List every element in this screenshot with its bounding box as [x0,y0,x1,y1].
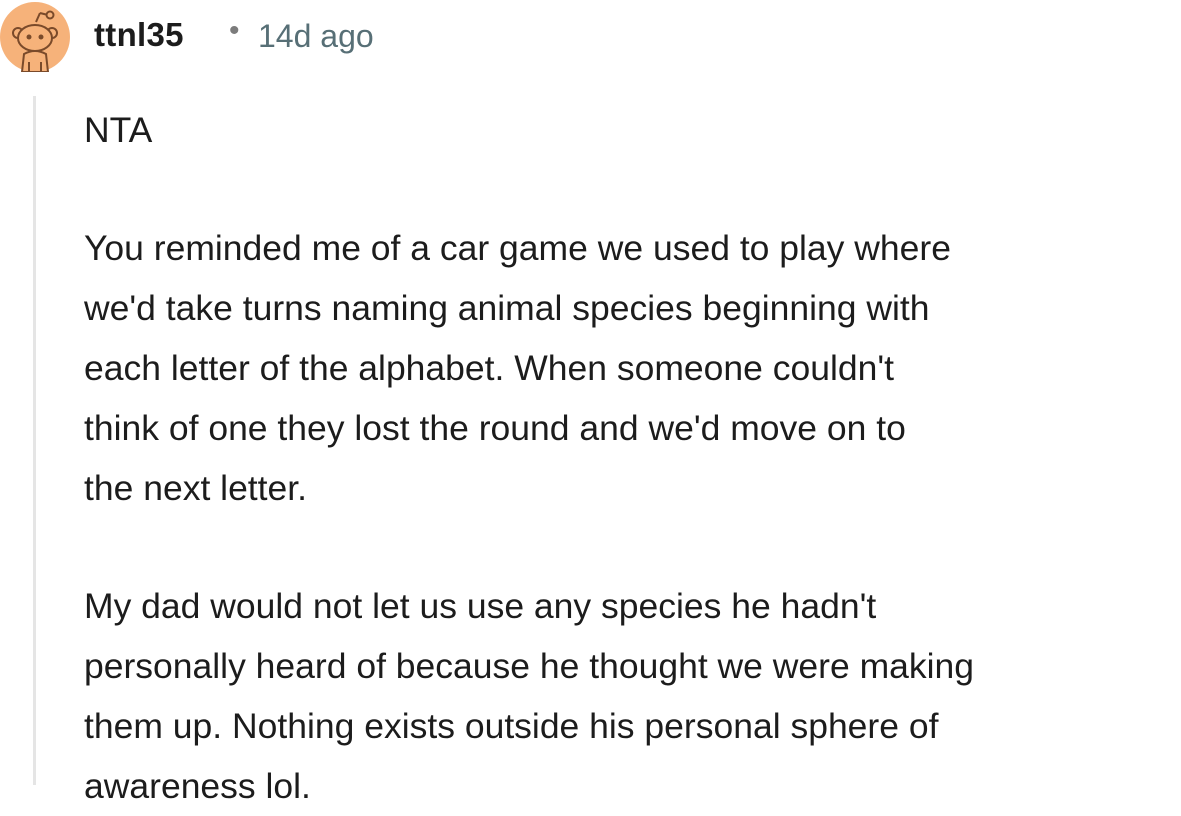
comment: ttnl35 • 14d ago NTA You reminded me of … [0,0,1181,806]
meta-separator: • [229,14,240,47]
user-avatar[interactable] [0,2,70,72]
thread-collapse-line[interactable] [33,96,36,785]
comment-paragraph: NTA [84,110,153,150]
username-link[interactable]: ttnl35 [94,16,184,54]
comment-paragraph: You reminded me of a car game we used to… [84,228,951,508]
comment-body: NTA You reminded me of a car game we use… [84,100,1181,816]
comment-paragraph: My dad would not let us use any species … [84,586,975,806]
reddit-snoo-avatar-icon [0,2,70,72]
comment-timestamp[interactable]: 14d ago [258,18,374,55]
